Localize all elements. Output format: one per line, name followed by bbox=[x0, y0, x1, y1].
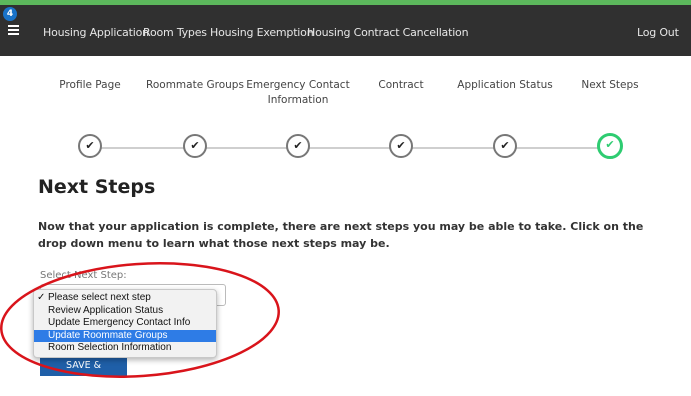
dropdown-option-label: Update Roommate Groups bbox=[48, 329, 168, 341]
dropdown-option[interactable]: Update Roommate Groups bbox=[34, 329, 216, 342]
page-title: Next Steps bbox=[38, 176, 156, 198]
dropdown-option-label: Room Selection Information bbox=[48, 342, 172, 353]
nav-housing-exemption[interactable]: Housing Exemption bbox=[210, 26, 314, 39]
logout-link[interactable]: Log Out bbox=[637, 26, 679, 39]
dropdown-option[interactable]: ✓ Please select next step bbox=[34, 292, 216, 305]
checkmark-icon: ✓ bbox=[37, 292, 46, 303]
top-navbar: 4 Housing Application Room Types Housing… bbox=[0, 5, 691, 56]
step-current-check-icon[interactable]: ✔ bbox=[597, 133, 623, 159]
nav-room-types[interactable]: Room Types bbox=[143, 26, 207, 39]
step-complete-check-icon[interactable]: ✔ bbox=[183, 134, 207, 158]
step-complete-check-icon[interactable]: ✔ bbox=[389, 134, 413, 158]
step-label[interactable]: Emergency Contact Information bbox=[243, 78, 353, 108]
select-next-step-label: Select Next Step: bbox=[40, 270, 127, 281]
step-complete-check-icon[interactable]: ✔ bbox=[493, 134, 517, 158]
step-label[interactable]: Application Status bbox=[450, 78, 560, 93]
menu-icon[interactable] bbox=[8, 25, 19, 35]
dropdown-option-label: Update Emergency Contact Info bbox=[48, 317, 191, 328]
dropdown-option[interactable]: Update Emergency Contact Info bbox=[34, 317, 216, 330]
dropdown-option-label: Review Application Status bbox=[48, 304, 164, 316]
dropdown-option[interactable]: Room Selection Information bbox=[34, 342, 216, 355]
next-step-dropdown-menu: ✓ Please select next step Review Applicati… bbox=[33, 289, 217, 358]
notification-badge[interactable]: 4 bbox=[3, 7, 17, 21]
dropdown-option-label: Please select next step bbox=[48, 292, 151, 303]
nav-housing-application[interactable]: Housing Application bbox=[43, 26, 149, 39]
step-complete-check-icon[interactable]: ✔ bbox=[78, 134, 102, 158]
nav-housing-contract-cancellation[interactable]: Housing Contract Cancellation bbox=[307, 26, 469, 39]
step-label[interactable]: Next Steps bbox=[555, 78, 665, 93]
step-complete-check-icon[interactable]: ✔ bbox=[286, 134, 310, 158]
step-label[interactable]: Profile Page bbox=[35, 78, 145, 93]
step-label[interactable]: Contract bbox=[346, 78, 456, 93]
save-continue-button[interactable]: SAVE & CONTINUE bbox=[40, 356, 127, 391]
intro-text: Now that your application is complete, t… bbox=[38, 220, 644, 250]
step-label[interactable]: Roommate Groups bbox=[140, 78, 250, 93]
dropdown-option[interactable]: Review Application Status bbox=[34, 305, 216, 318]
progress-track bbox=[90, 147, 610, 149]
